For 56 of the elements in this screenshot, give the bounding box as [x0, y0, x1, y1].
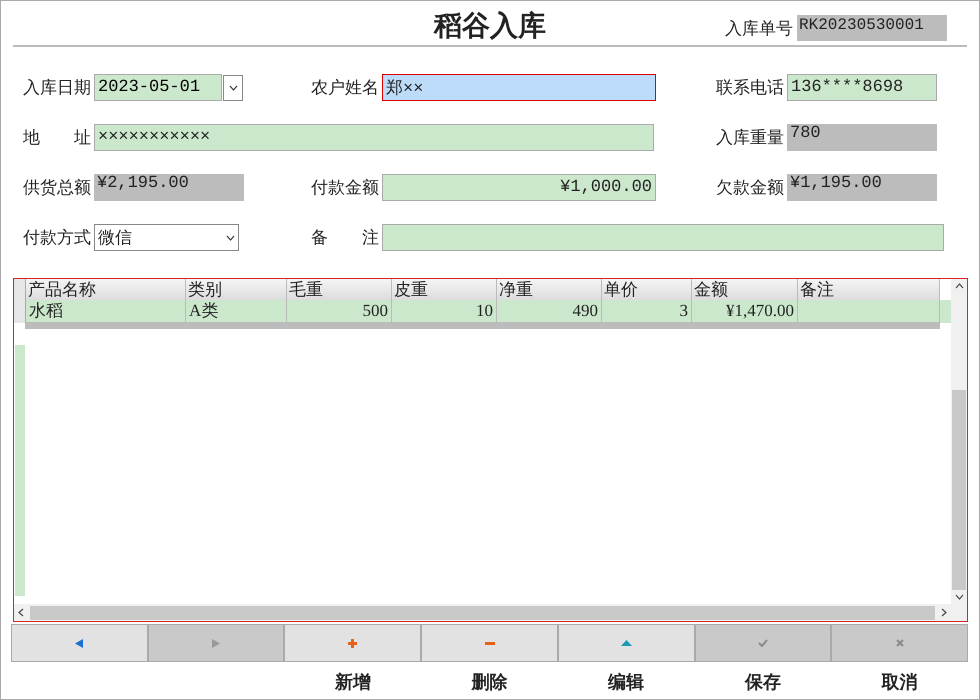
column-header[interactable]: 金额: [692, 279, 798, 300]
chevron-down-icon: [228, 84, 238, 90]
input-field[interactable]: 136****8698: [787, 74, 937, 101]
field-label: 备 注: [311, 227, 379, 249]
field-label: 联系电话: [716, 77, 784, 99]
field-label: 供货总额: [23, 177, 91, 199]
readonly-field: ¥2,195.00: [94, 174, 244, 201]
check-icon: [758, 639, 768, 647]
input-field[interactable]: ¥1,000.00: [382, 174, 656, 201]
minus-icon: [484, 642, 495, 644]
readonly-field: ¥1,195.00: [787, 174, 937, 201]
scroll-down-icon[interactable]: [954, 594, 964, 600]
prev-button[interactable]: [11, 624, 148, 662]
input-field[interactable]: 郑××: [382, 74, 656, 101]
edit-button[interactable]: [558, 624, 695, 662]
field-label: 欠款金额: [716, 177, 784, 199]
left-triangle-icon: [75, 638, 84, 648]
field-label: 入库重量: [716, 127, 784, 149]
field-label: 入库单号: [725, 18, 793, 40]
button-caption: 新增: [334, 671, 371, 694]
column-header[interactable]: 产品名称: [26, 279, 186, 300]
select-field[interactable]: 微信: [94, 224, 239, 251]
add-button[interactable]: [284, 624, 422, 662]
column-header[interactable]: 净重: [497, 279, 602, 300]
plus-icon: [348, 638, 358, 648]
button-caption: 取消: [882, 671, 918, 694]
column-header[interactable]: 皮重: [392, 279, 497, 300]
right-triangle-icon: [212, 638, 220, 648]
field-label: 地 址: [23, 127, 91, 149]
chevron-down-icon: [226, 234, 235, 240]
date-dropdown-button[interactable]: [223, 74, 243, 100]
field-label: 付款金额: [311, 177, 379, 199]
field-label: 农户姓名: [311, 77, 379, 99]
order-number-field: RK20230530001: [797, 15, 947, 41]
row-selector[interactable]: [14, 300, 26, 323]
form-title: 稻谷入库: [434, 11, 546, 42]
column-header[interactable]: 备注: [798, 279, 940, 300]
button-caption: 删除: [472, 671, 508, 694]
input-field[interactable]: ×××××××××××: [94, 124, 654, 151]
readonly-field: 780: [787, 124, 937, 151]
date-field[interactable]: 2023-05-01: [94, 74, 222, 101]
field-label: 入库日期: [23, 77, 91, 99]
horizontal-scrollbar[interactable]: [14, 604, 967, 621]
button-caption: 保存: [744, 671, 781, 694]
column-header[interactable]: 毛重: [287, 279, 392, 300]
scroll-up-icon[interactable]: [954, 283, 964, 289]
corner-header-cell: [14, 279, 26, 300]
delete-button[interactable]: [421, 624, 558, 662]
input-field[interactable]: [382, 224, 944, 251]
column-header[interactable]: 单价: [602, 279, 692, 300]
button-caption: 编辑: [608, 671, 644, 694]
column-header[interactable]: 类别: [186, 279, 287, 300]
vertical-scrollbar[interactable]: [951, 279, 967, 604]
close-icon: [896, 639, 904, 647]
up-triangle-icon: [620, 640, 632, 646]
field-label: 付款方式: [23, 227, 91, 249]
